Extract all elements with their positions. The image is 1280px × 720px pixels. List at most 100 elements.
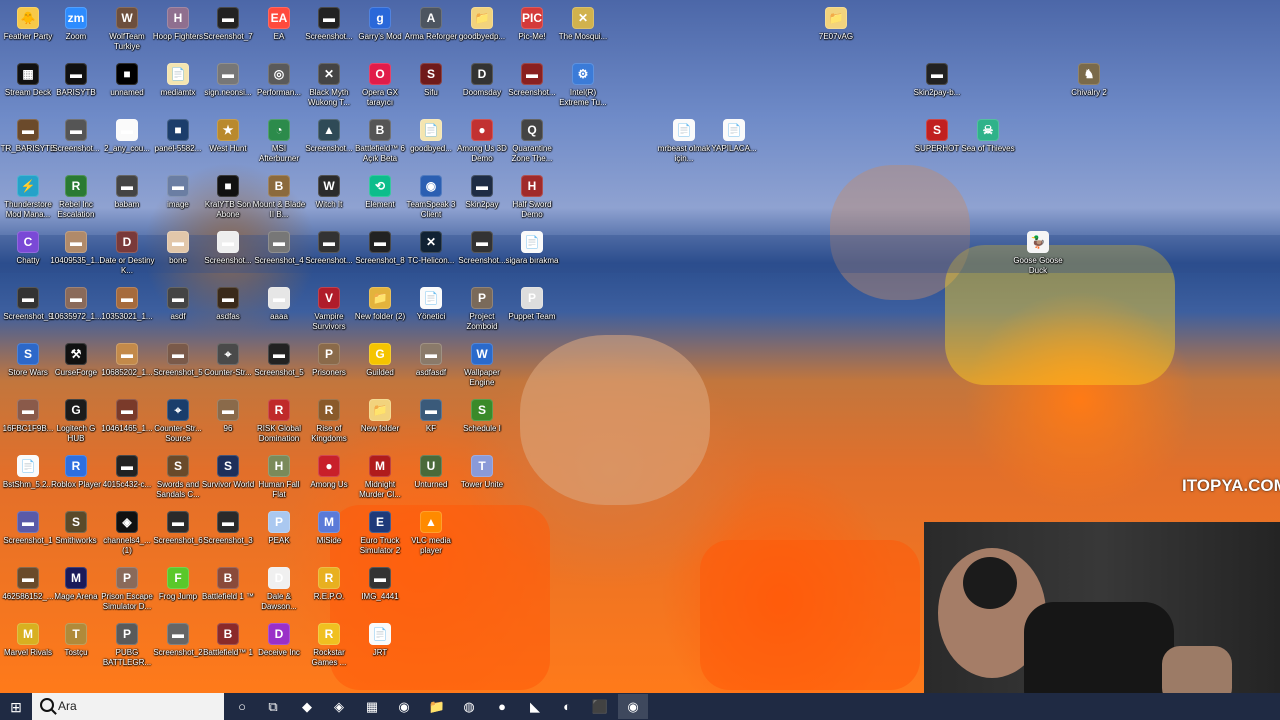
desktop-icon[interactable]: F Frog Jump bbox=[150, 563, 206, 619]
desktop-icon[interactable]: 📁 New folder bbox=[352, 395, 408, 451]
task-view-icon[interactable]: ⧉ bbox=[258, 694, 288, 719]
desktop-icon[interactable]: ▬ Screenshot_3 bbox=[200, 507, 256, 563]
desktop-icon[interactable]: ⟲ Element bbox=[352, 171, 408, 227]
chrome-icon[interactable]: ◉ bbox=[389, 694, 419, 719]
desktop-icon[interactable]: ▬ Screenshot_6 bbox=[150, 507, 206, 563]
desktop-icon[interactable]: R Rebel Inc Escalation bbox=[48, 171, 104, 227]
desktop-icon[interactable]: ▬ Screenshot_2 bbox=[150, 619, 206, 675]
desktop-icon[interactable]: ◔ MSI Afterburner bbox=[251, 115, 307, 171]
search-box[interactable]: Ara bbox=[32, 693, 224, 720]
desktop-icon[interactable]: B Mount & Blade II B... bbox=[251, 171, 307, 227]
desktop-icon[interactable]: ■ KralYTB Son Abone bbox=[200, 171, 256, 227]
desktop-icon[interactable]: g Garry's Mod bbox=[352, 3, 408, 59]
desktop-icon[interactable]: ◎ Performan... bbox=[251, 59, 307, 115]
chrome-active-icon[interactable]: ◉ bbox=[618, 694, 648, 719]
desktop-icon[interactable]: T Tostçu bbox=[48, 619, 104, 675]
desktop-icon[interactable]: ⚙ Intel(R) Extreme Tu... bbox=[555, 59, 611, 115]
file-explorer-icon[interactable]: 📁 bbox=[422, 694, 452, 719]
desktop-icon[interactable]: R RISK Global Domination bbox=[251, 395, 307, 451]
desktop-icon[interactable]: V Vampire Survivors bbox=[301, 283, 357, 339]
desktop-icon[interactable]: 📄 JRT bbox=[352, 619, 408, 675]
desktop-icon[interactable]: S Survivor World bbox=[200, 451, 256, 507]
desktop-icon[interactable]: G Guilded bbox=[352, 339, 408, 395]
desktop-icon[interactable]: P Prison Escape Simulator D... bbox=[99, 563, 155, 619]
desktop-icon[interactable]: 📄 mediamtx bbox=[150, 59, 206, 115]
desktop-icon[interactable]: E Euro Truck Simulator 2 bbox=[352, 507, 408, 563]
desktop-icon[interactable]: ■ panel-5582... bbox=[150, 115, 206, 171]
desktop-icon[interactable]: ● Among Us 3D Demo bbox=[454, 115, 510, 171]
desktop-icon[interactable]: ▬ Screenshot_5 bbox=[251, 339, 307, 395]
desktop-icon[interactable]: ▬ babam bbox=[99, 171, 155, 227]
desktop-icon[interactable]: 📄 goodbyed... bbox=[403, 115, 459, 171]
desktop-icon[interactable]: T Tower Unite bbox=[454, 451, 510, 507]
desktop-icon[interactable]: ▬ Screenshot_4 bbox=[251, 227, 307, 283]
desktop-icon[interactable]: 📁 goodbyedp... bbox=[454, 3, 510, 59]
desktop-icon[interactable]: ⌖ Counter-Str... Source bbox=[150, 395, 206, 451]
desktop-icon[interactable]: S Sifu bbox=[403, 59, 459, 115]
obs-icon[interactable]: ● bbox=[487, 694, 517, 719]
desktop-icon[interactable]: D Doomsday bbox=[454, 59, 510, 115]
desktop-icon[interactable]: ▬ 10353021_1... bbox=[99, 283, 155, 339]
desktop-icon[interactable]: 📄 sigara bırakma bbox=[504, 227, 560, 283]
desktop-icon[interactable]: ▬ Screenshot... bbox=[48, 115, 104, 171]
desktop-icon[interactable]: ▲ Screenshot... bbox=[301, 115, 357, 171]
desktop-icon[interactable]: ▬ IMG_4441 bbox=[352, 563, 408, 619]
desktop-icon[interactable]: S SUPERHOT bbox=[909, 115, 965, 171]
desktop-icon[interactable]: ⌖ Counter-Str... bbox=[200, 339, 256, 395]
desktop-icon[interactable]: U Unturned bbox=[403, 451, 459, 507]
desktop-icon[interactable]: P PEAK bbox=[251, 507, 307, 563]
desktop-icon[interactable]: M Mage Arena bbox=[48, 563, 104, 619]
desktop-icon[interactable]: ✕ Black Myth Wukong T... bbox=[301, 59, 357, 115]
desktop-icon[interactable]: ▬ 2_any_cou... bbox=[99, 115, 155, 171]
desktop-icon[interactable]: S Smithworks bbox=[48, 507, 104, 563]
desktop-icon[interactable]: ▬ Screenshot... bbox=[200, 227, 256, 283]
desktop-icon[interactable]: 📄 mrbeast olmak için... bbox=[656, 115, 712, 171]
desktop-icon[interactable]: ▬ Screenshot... bbox=[454, 227, 510, 283]
desktop-icon[interactable]: ▬ 10685202_1... bbox=[99, 339, 155, 395]
desktop-icon[interactable]: Q Quarantine Zone The... bbox=[504, 115, 560, 171]
desktop-icon[interactable]: P Project Zomboid bbox=[454, 283, 510, 339]
desktop-icon[interactable]: ◉ TeamSpeak 3 Client bbox=[403, 171, 459, 227]
desktop-icon[interactable]: O Opera GX tarayıcı bbox=[352, 59, 408, 115]
desktop-icon[interactable]: 🦆 Goose Goose Duck bbox=[1010, 227, 1066, 283]
desktop-icon[interactable]: W Witch It bbox=[301, 171, 357, 227]
desktop-icon[interactable]: ▬ KF bbox=[403, 395, 459, 451]
desktop-icon[interactable]: ▬ Screenshot... bbox=[301, 3, 357, 59]
desktop-icon[interactable]: ✕ The Mosqui... bbox=[555, 3, 611, 59]
desktop-icon[interactable]: ◈ channels4_... (1) bbox=[99, 507, 155, 563]
desktop-icon[interactable]: ▬ Screenshot... bbox=[504, 59, 560, 115]
desktop-icon[interactable]: ▬ 4015c432-c... bbox=[99, 451, 155, 507]
desktop-icon[interactable]: ▬ asdfas bbox=[200, 283, 256, 339]
desktop-icon[interactable]: P PUBG BATTLEGR... bbox=[99, 619, 155, 675]
desktop-icon[interactable]: ⚒ CurseForge bbox=[48, 339, 104, 395]
desktop-icon[interactable]: H Hoop Fighters bbox=[150, 3, 206, 59]
desktop-icon[interactable]: ▬ Screenshot... bbox=[301, 227, 357, 283]
desktop-icon[interactable]: 📄 Yönetici bbox=[403, 283, 459, 339]
desktop-icon[interactable]: ▬ 10409535_1... bbox=[48, 227, 104, 283]
desktop-icon[interactable]: D Dale & Dawson... bbox=[251, 563, 307, 619]
desktop-icon[interactable]: ▬ Skin2pay bbox=[454, 171, 510, 227]
desktop-icon[interactable]: 📁 New folder (2) bbox=[352, 283, 408, 339]
desktop-icon[interactable]: ▲ VLC media player bbox=[403, 507, 459, 563]
desktop-icon[interactable]: ▬ 96 bbox=[200, 395, 256, 451]
app-icon-1[interactable]: ◆ bbox=[292, 694, 322, 719]
desktop-icon[interactable]: D Date or Destiny K... bbox=[99, 227, 155, 283]
desktop-icon[interactable]: ★ West Hunt bbox=[200, 115, 256, 171]
desktop-icon[interactable]: B Battlefield™ 6 Açık Beta bbox=[352, 115, 408, 171]
desktop-icon[interactable]: 📁 7E07vAG bbox=[808, 3, 864, 59]
cortana-circle-icon[interactable]: ○ bbox=[227, 694, 257, 719]
desktop-icon[interactable]: ▬ Screenshot_5 bbox=[150, 339, 206, 395]
desktop-icon[interactable]: ▬ image bbox=[150, 171, 206, 227]
desktop-icon[interactable]: H Human Fall Flat bbox=[251, 451, 307, 507]
desktop-icon[interactable]: R Roblox Player bbox=[48, 451, 104, 507]
app-icon-3[interactable]: ◣ bbox=[520, 694, 550, 719]
desktop-icon[interactable]: ▬ sign.neonsi... bbox=[200, 59, 256, 115]
desktop-icon[interactable]: P Puppet Team bbox=[504, 283, 560, 339]
desktop-icon[interactable]: ● Among Us bbox=[301, 451, 357, 507]
desktop-icon[interactable]: ▬ Screenshot_7 bbox=[200, 3, 256, 59]
calculator-icon[interactable]: ▦ bbox=[357, 694, 387, 719]
steam-icon[interactable]: ◍ bbox=[454, 694, 484, 719]
start-button[interactable]: ⊞ bbox=[0, 694, 32, 719]
desktop-icon[interactable]: ▬ 10635972_1... bbox=[48, 283, 104, 339]
desktop-icon[interactable]: ▬ asdf bbox=[150, 283, 206, 339]
